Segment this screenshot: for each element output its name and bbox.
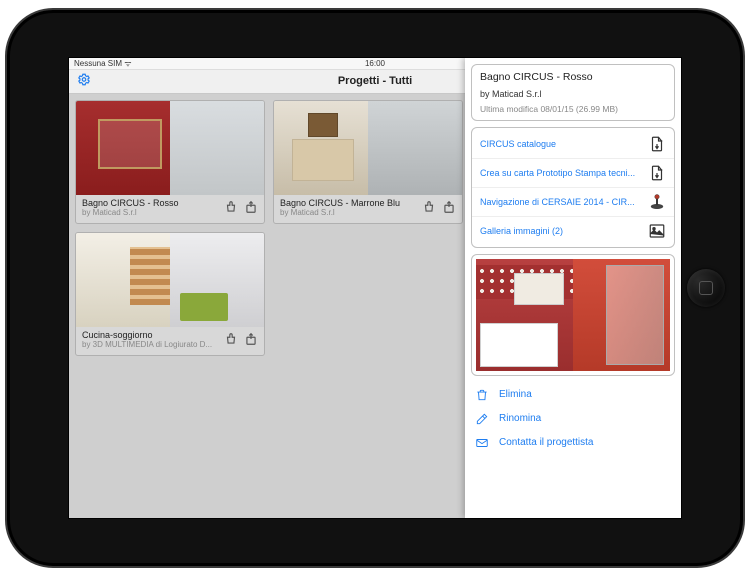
detail-preview-image — [476, 259, 670, 371]
detail-links-card: CIRCUS catalogue Crea su carta Prototipo… — [471, 127, 675, 248]
pdf-icon — [648, 135, 666, 153]
project-card[interactable]: Cucina-soggiorno by 3D MULTIMEDIA di Log… — [75, 232, 265, 356]
detail-preview-card[interactable] — [471, 254, 675, 376]
status-time: 16:00 — [365, 59, 385, 68]
screen: Nessuna SIM ᯤ 16:00 98% Progetti - Tutti… — [68, 57, 682, 519]
detail-link-galleria[interactable]: Galleria immagini (2) — [472, 217, 674, 245]
joystick-icon — [648, 193, 666, 211]
delete-button[interactable]: Elimina — [475, 388, 671, 402]
nav-title: Progetti - Tutti — [338, 75, 412, 87]
detail-panel: Bagno CIRCUS - Rosso by Maticad S.r.l Ul… — [465, 58, 681, 518]
edit-icon — [475, 412, 489, 426]
project-card[interactable]: Bagno CIRCUS - Rosso by Maticad S.r.l — [75, 100, 265, 224]
like-icon[interactable] — [224, 200, 238, 219]
project-thumbnail — [274, 101, 462, 195]
gear-icon[interactable] — [77, 73, 91, 90]
detail-link-catalogue[interactable]: CIRCUS catalogue — [472, 130, 674, 159]
like-icon[interactable] — [422, 200, 436, 219]
ipad-frame: Nessuna SIM ᯤ 16:00 98% Progetti - Tutti… — [5, 8, 745, 568]
detail-author: by Maticad S.r.l — [480, 89, 666, 99]
image-icon — [648, 222, 666, 240]
status-left: Nessuna SIM ᯤ — [74, 58, 132, 69]
share-icon[interactable] — [244, 332, 258, 351]
rename-button[interactable]: Rinomina — [475, 412, 671, 426]
detail-title: Bagno CIRCUS - Rosso — [480, 71, 666, 83]
project-thumbnail — [76, 101, 264, 195]
like-icon[interactable] — [224, 332, 238, 351]
contact-button[interactable]: Contatta il progettista — [475, 436, 671, 450]
share-icon[interactable] — [442, 200, 456, 219]
pdf-icon — [648, 164, 666, 182]
detail-actions: Elimina Rinomina Contatta il progettista — [471, 382, 675, 456]
detail-link-navigazione[interactable]: Navigazione di CERSAIE 2014 - CIR... — [472, 188, 674, 217]
share-icon[interactable] — [244, 200, 258, 219]
detail-header-card: Bagno CIRCUS - Rosso by Maticad S.r.l Ul… — [471, 64, 675, 121]
project-card[interactable]: Bagno CIRCUS - Marrone Blu by Maticad S.… — [273, 100, 463, 224]
detail-link-prototipo[interactable]: Crea su carta Prototipo Stampa tecni... — [472, 159, 674, 188]
mail-icon — [475, 436, 489, 450]
trash-icon — [475, 388, 489, 402]
detail-meta: Ultima modifica 08/01/15 (26.99 MB) — [480, 104, 666, 114]
project-thumbnail — [76, 233, 264, 327]
home-button[interactable] — [687, 269, 725, 307]
